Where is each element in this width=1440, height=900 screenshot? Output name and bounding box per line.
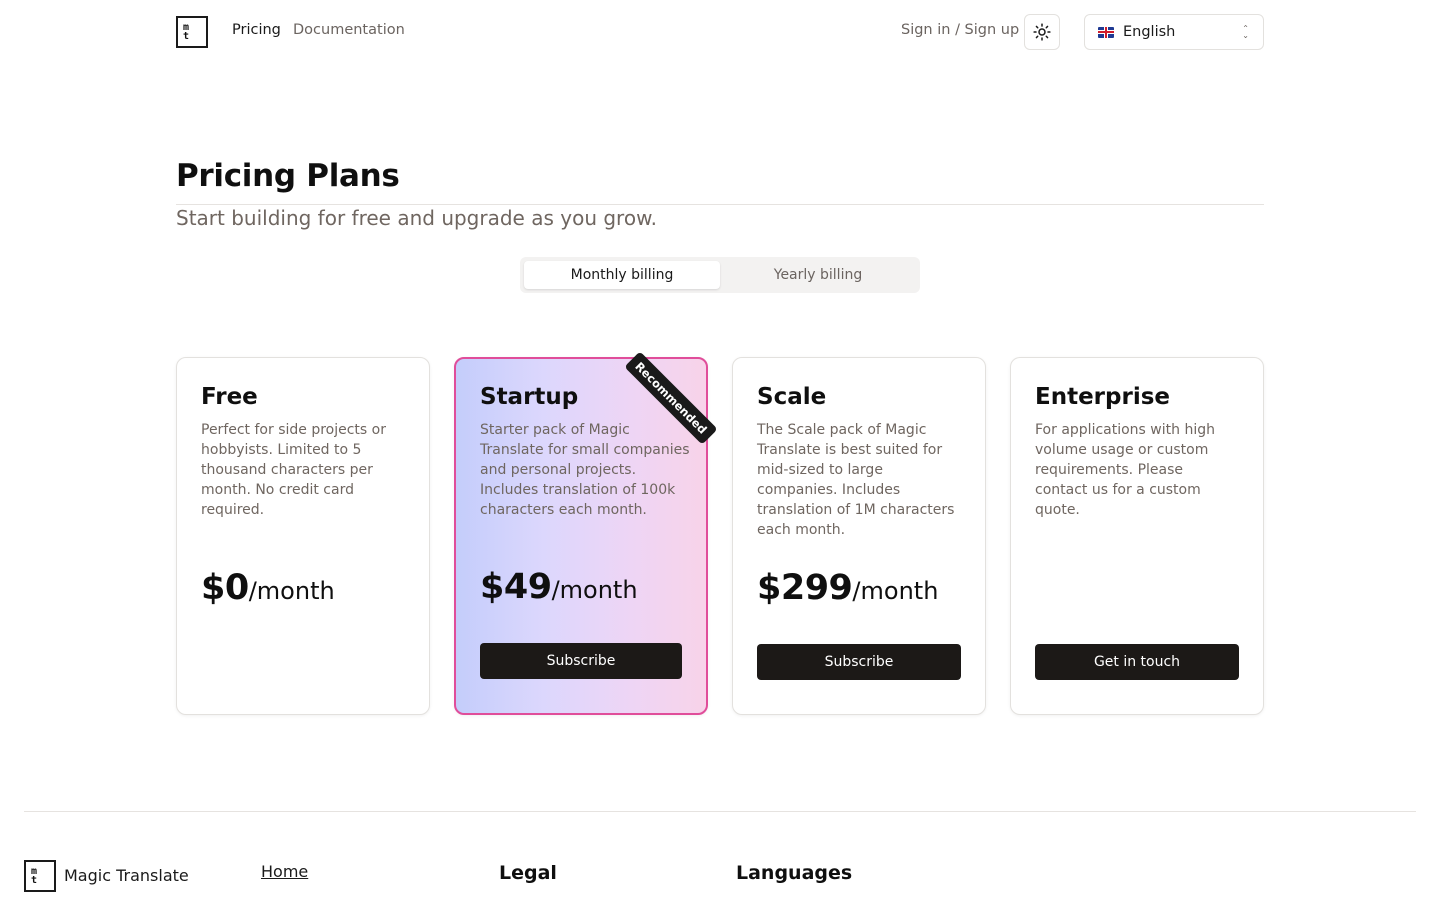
plan-name: Enterprise — [1035, 384, 1171, 410]
plan-card-startup: Recommended Startup Starter pack of Magi… — [454, 351, 718, 715]
sun-icon — [1033, 23, 1051, 41]
uk-flag-icon — [1098, 26, 1114, 38]
price-period: /month — [852, 577, 939, 605]
monthly-billing-tab[interactable]: Monthly billing — [524, 261, 720, 289]
nav-pricing-link[interactable]: Pricing — [232, 22, 281, 38]
chevron-up-down-icon: ⌃ ⌄ — [1242, 24, 1249, 40]
price-period: /month — [248, 577, 335, 605]
plan-card-free: Free Perfect for side projects or hobbyi… — [176, 357, 430, 715]
page-title: Pricing Plans — [176, 158, 400, 194]
plan-description: The Scale pack of Magic Translate is bes… — [757, 422, 955, 538]
page-subtitle: Start building for free and upgrade as y… — [176, 206, 657, 230]
plan-name: Startup — [480, 384, 579, 410]
plan-name: Free — [201, 384, 258, 410]
plan-price: $49/month — [480, 567, 638, 607]
footer-logo[interactable]: m t — [24, 860, 56, 892]
get-in-touch-button[interactable]: Get in touch — [1035, 644, 1239, 680]
footer-brand-name: Magic Translate — [64, 866, 189, 885]
plan-description: Starter pack of Magic Translate for smal… — [480, 422, 690, 518]
footer-legal-heading: Legal — [499, 862, 557, 884]
subscribe-button[interactable]: Subscribe — [757, 644, 961, 680]
price-amount: $49 — [480, 567, 552, 607]
language-select[interactable]: English ⌃ ⌄ — [1084, 14, 1264, 50]
price-amount: $299 — [757, 568, 853, 608]
plan-price: $299/month — [757, 568, 938, 608]
subscribe-button[interactable]: Subscribe — [480, 643, 682, 679]
logo[interactable]: m t — [176, 16, 208, 48]
logo-letter-bottom: t — [183, 31, 190, 42]
nav-documentation-link[interactable]: Documentation — [293, 22, 405, 38]
theme-toggle-button[interactable] — [1024, 14, 1060, 50]
sign-in-link[interactable]: Sign in / Sign up — [901, 22, 1019, 38]
title-divider — [176, 204, 1264, 205]
footer-languages-heading: Languages — [736, 862, 853, 884]
yearly-billing-tab[interactable]: Yearly billing — [720, 261, 916, 289]
billing-toggle: Monthly billing Yearly billing — [520, 257, 920, 293]
language-selected: English — [1123, 24, 1176, 40]
logo-letter-bottom: t — [31, 875, 38, 886]
footer-divider — [24, 811, 1416, 812]
plan-description: Perfect for side projects or hobbyists. … — [201, 422, 386, 518]
plan-card-enterprise: Enterprise For applications with high vo… — [1010, 357, 1264, 715]
plan-name: Scale — [757, 384, 827, 410]
plan-card-scale: Scale The Scale pack of Magic Translate … — [732, 357, 986, 715]
plan-price: $0/month — [201, 568, 335, 608]
price-amount: $0 — [201, 568, 249, 608]
price-period: /month — [551, 576, 638, 604]
plan-description: For applications with high volume usage … — [1035, 422, 1215, 518]
footer-home-link[interactable]: Home — [261, 862, 308, 881]
